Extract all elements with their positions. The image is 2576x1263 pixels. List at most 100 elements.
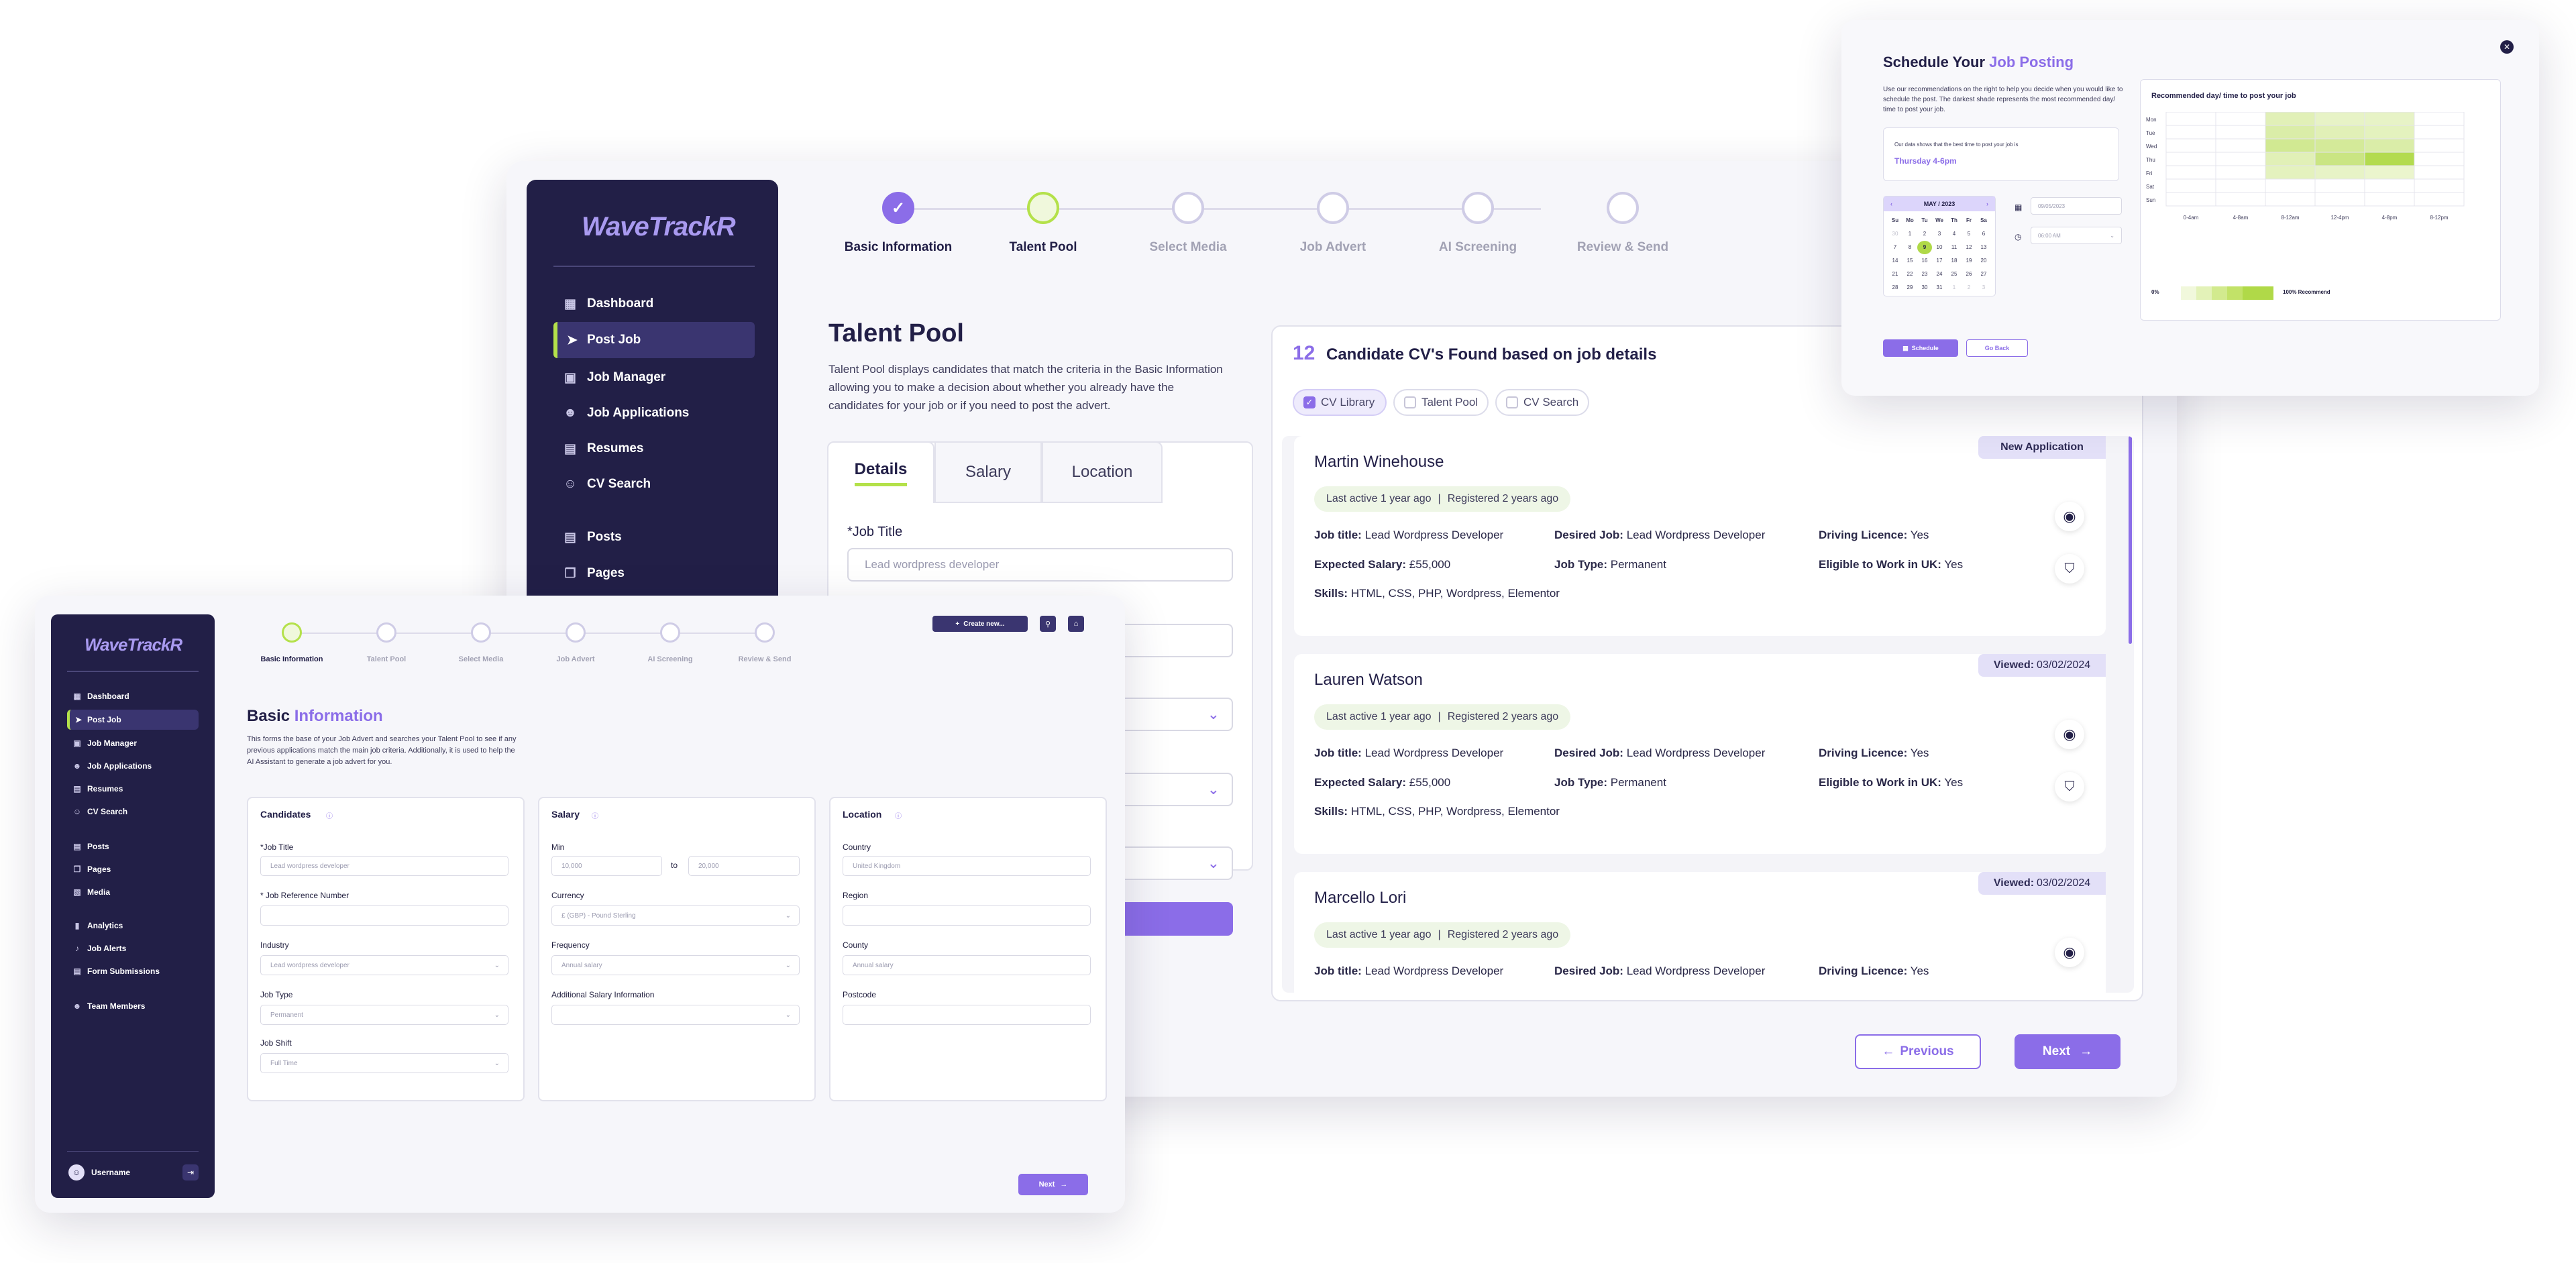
calendar-day[interactable]: 26 [1962, 268, 1976, 281]
job-reference-input[interactable] [260, 905, 508, 926]
calendar-day[interactable]: 23 [1917, 268, 1932, 281]
additional-salary-select[interactable]: ⌄ [551, 1005, 800, 1025]
candidate-card[interactable]: New Application Martin Winehouse Last ac… [1294, 436, 2106, 636]
frequency-select[interactable]: Annual salary ⌄ [551, 955, 800, 975]
sidebar-item-analytics[interactable]: ▮ Analytics [67, 916, 199, 935]
sidebar-item-cv-search[interactable]: ☺ CV Search [67, 802, 199, 821]
calendar-day[interactable]: 27 [1976, 268, 1991, 281]
go-back-button[interactable]: Go Back [1966, 339, 2028, 357]
county-input[interactable]: Annual salary [843, 955, 1091, 975]
calendar-day[interactable]: 5 [1962, 227, 1976, 241]
calendar-day[interactable]: 11 [1947, 241, 1962, 254]
sidebar-item-cv-search[interactable]: ☺ CV Search [553, 468, 755, 501]
filter-cv-search[interactable]: CV Search [1495, 389, 1589, 416]
sidebar-item-pages[interactable]: ❐ Pages [67, 860, 199, 879]
sidebar-item-dashboard[interactable]: ▦ Dashboard [553, 287, 755, 321]
calendar-day[interactable]: 1 [1902, 227, 1917, 241]
close-icon[interactable]: ✕ [2500, 40, 2514, 54]
sidebar-item-form-submissions[interactable]: ▤ Form Submissions [67, 962, 199, 981]
calendar-day[interactable]: 3 [1976, 281, 1991, 294]
job-type-select[interactable]: Permanent ⌄ [260, 1005, 508, 1025]
calendar-day[interactable]: 2 [1962, 281, 1976, 294]
calendar-day[interactable]: 25 [1947, 268, 1962, 281]
salary-min-input[interactable]: 10,000 [551, 856, 662, 876]
sidebar-item-team-members[interactable]: ☻ Team Members [67, 997, 199, 1015]
step-select-media[interactable] [471, 622, 491, 643]
sidebar-item-posts[interactable]: ▤ Posts [67, 837, 199, 856]
calendar-day[interactable]: 4 [1947, 227, 1962, 241]
calendar-day[interactable]: 8 [1902, 241, 1917, 254]
view-button[interactable]: ◉ [2055, 502, 2084, 531]
step-review-send[interactable] [1607, 192, 1639, 224]
sidebar-item-pages[interactable]: ❐ Pages [553, 557, 755, 590]
step-talent-pool-current[interactable] [1027, 192, 1059, 224]
calendar-day[interactable]: 14 [1888, 254, 1902, 268]
job-shift-select[interactable]: Full Time ⌄ [260, 1053, 508, 1073]
step-ai-screening[interactable] [660, 622, 680, 643]
sidebar-item-resumes[interactable]: ▤ Resumes [67, 779, 199, 798]
schedule-button[interactable]: ▦ Schedule [1883, 339, 1958, 357]
calendar-day[interactable]: 20 [1976, 254, 1991, 268]
step-job-advert[interactable] [1317, 192, 1349, 224]
calendar-day[interactable]: 17 [1932, 254, 1947, 268]
calendar-day[interactable]: 13 [1976, 241, 1991, 254]
step-select-media[interactable] [1172, 192, 1204, 224]
calendar-day[interactable]: 31 [1932, 281, 1947, 294]
candidate-name[interactable]: Lauren Watson [1314, 671, 1423, 690]
calendar-day[interactable]: 22 [1902, 268, 1917, 281]
chevron-right-icon[interactable]: › [1986, 201, 1988, 207]
candidate-name[interactable]: Marcello Lori [1314, 889, 1406, 908]
filter-cv-library[interactable]: ✓ CV Library [1293, 389, 1387, 416]
bookmark-button[interactable]: ⛉ [2055, 772, 2084, 802]
job-title-input[interactable]: Lead wordpress developer [260, 856, 508, 876]
calendar-day[interactable]: 21 [1888, 268, 1902, 281]
salary-max-input[interactable]: 20,000 [688, 856, 800, 876]
candidate-card[interactable]: Viewed: 03/02/2024 Lauren Watson Last act… [1294, 654, 2106, 854]
calendar-day[interactable]: 12 [1962, 241, 1976, 254]
calendar-day[interactable]: 10 [1932, 241, 1947, 254]
calendar-day[interactable]: 19 [1962, 254, 1976, 268]
sidebar-item-dashboard[interactable]: ▦ Dashboard [67, 687, 199, 706]
tab-salary[interactable]: Salary [934, 441, 1042, 503]
sidebar-item-job-manager[interactable]: ▣ Job Manager [67, 734, 199, 753]
step-talent-pool[interactable] [376, 622, 396, 643]
sidebar-item-job-manager[interactable]: ▣ Job Manager [553, 361, 755, 394]
calendar-day[interactable]: 29 [1902, 281, 1917, 294]
search-button[interactable]: ⚲ [1040, 616, 1056, 632]
sidebar-item-post-job[interactable]: ➤ Post Job [553, 322, 755, 358]
view-button[interactable]: ◉ [2055, 938, 2084, 967]
home-button[interactable]: ⌂ [1068, 616, 1084, 632]
scrollbar[interactable] [2129, 436, 2132, 644]
calendar-day[interactable]: 6 [1976, 227, 1991, 241]
sidebar-item-resumes[interactable]: ▤ Resumes [553, 432, 755, 465]
step-basic-information-current[interactable] [282, 622, 302, 643]
tab-location[interactable]: Location [1042, 441, 1163, 503]
sidebar-item-job-alerts[interactable]: ♪ Job Alerts [67, 939, 199, 958]
calendar-day[interactable]: 2 [1917, 227, 1932, 241]
sidebar-item-media[interactable]: ▧ Media [67, 883, 199, 901]
calendar-day[interactable]: 1 [1947, 281, 1962, 294]
sidebar-item-job-applications[interactable]: ☻ Job Applications [67, 757, 199, 775]
filter-talent-pool[interactable]: Talent Pool [1393, 389, 1489, 416]
job-title-input[interactable]: Lead wordpress developer [847, 548, 1233, 582]
date-input[interactable]: 09/05/2023 [2031, 197, 2122, 215]
tab-details[interactable]: Details [827, 441, 934, 503]
postcode-input[interactable] [843, 1005, 1091, 1025]
chevron-left-icon[interactable]: ‹ [1890, 201, 1892, 207]
logout-button[interactable]: ⇥ [182, 1164, 199, 1180]
calendar-day[interactable]: 24 [1932, 268, 1947, 281]
industry-select[interactable]: Lead wordpress developer ⌄ [260, 955, 508, 975]
calendar-day[interactable]: 18 [1947, 254, 1962, 268]
create-new-button[interactable]: + Create new... [932, 616, 1028, 632]
sidebar-item-post-job[interactable]: ➤ Post Job [67, 710, 199, 730]
sidebar-item-job-applications[interactable]: ☻ Job Applications [553, 396, 755, 430]
avatar[interactable]: ☺ [68, 1164, 85, 1180]
calendar-day[interactable]: 30 [1917, 281, 1932, 294]
bookmark-button[interactable]: ⛉ [2055, 554, 2084, 584]
sidebar-item-posts[interactable]: ▤ Posts [553, 520, 755, 554]
calendar-day[interactable]: 7 [1888, 241, 1902, 254]
step-review-send[interactable] [755, 622, 775, 643]
currency-select[interactable]: £ (GBP) - Pound Sterling ⌄ [551, 905, 800, 926]
country-input[interactable]: United Kingdom [843, 856, 1091, 876]
calendar-day[interactable]: 9 [1917, 241, 1932, 254]
